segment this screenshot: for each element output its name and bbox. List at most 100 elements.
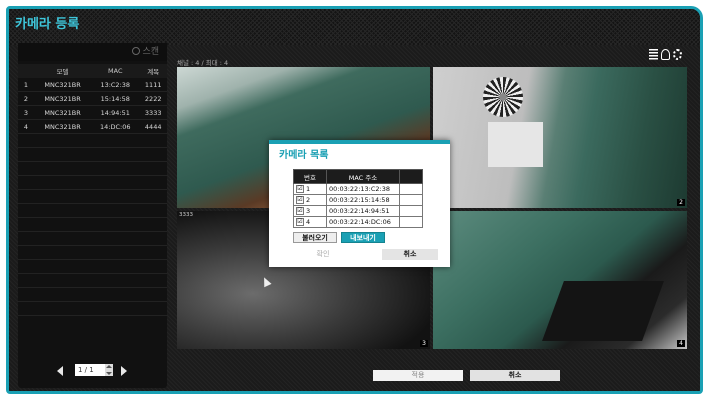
row-checkbox[interactable]: ☑ [296, 207, 304, 215]
pagination: 1 / 1 [18, 363, 167, 379]
table-row[interactable]: 1 MNC321BR 13:C2:38 1111 [18, 78, 167, 92]
cell-mac: 14:94:51 [91, 105, 140, 120]
table-row[interactable]: 4 MNC321BR 14:DC:06 4444 [18, 119, 167, 134]
empty-row [18, 301, 167, 316]
video-tile-4[interactable]: 4 [433, 211, 687, 349]
cell-model: MNC321BR [34, 119, 92, 134]
empty-row [18, 259, 167, 274]
cell-mac: 00:03:22:14:DC:06 [326, 216, 400, 228]
table-row[interactable]: 3 MNC321BR 14:94:51 3333 [18, 105, 167, 120]
tile-number: 3 [420, 340, 428, 347]
cell-number: ☑ 1 [293, 183, 327, 195]
tile-number: 4 [677, 340, 685, 347]
empty-row [18, 245, 167, 260]
channel-info: 채널 : 4 / 최대 : 4 [177, 59, 229, 67]
tile-channel-name: 3333 [179, 212, 193, 218]
cell-mac: 14:DC:06 [91, 119, 140, 134]
empty-row [18, 189, 167, 204]
row-checkbox[interactable]: ☑ [296, 196, 304, 204]
cell-index: 2 [18, 91, 34, 106]
row-checkbox[interactable]: ☑ [296, 218, 304, 226]
camera-table: 모델 MAC 계목 1 MNC321BR 13:C2:38 1111 2 MNC321B… [18, 64, 167, 316]
dialog-ok-button[interactable]: 확인 [295, 249, 351, 260]
test-chart-image [483, 77, 523, 117]
tile-number: 2 [677, 199, 685, 206]
row-number: 4 [306, 218, 311, 226]
empty-row [18, 147, 167, 162]
page-input[interactable]: 1 / 1 [75, 364, 105, 376]
cell-mac: 00:03:22:13:C2:38 [326, 183, 400, 195]
tile-channel-name: 2222 [435, 68, 449, 74]
cell-index: 1 [18, 78, 34, 92]
search-icon [132, 47, 141, 55]
mac-row[interactable]: ☑ 4 00:03:22:14:DC:06 [293, 216, 423, 228]
empty-row [18, 231, 167, 246]
mac-row[interactable]: ☑ 2 00:03:22:15:14:58 [293, 194, 423, 206]
list-icon[interactable] [649, 49, 658, 60]
empty-row [18, 161, 167, 176]
empty-row [18, 175, 167, 190]
empty-row [18, 133, 167, 148]
next-page-icon[interactable] [121, 366, 127, 376]
col-mac-address: MAC 주소 [326, 169, 400, 184]
empty-row [18, 217, 167, 232]
cell-extra [399, 216, 423, 228]
col-mac: MAC [91, 64, 140, 78]
cell-model: MNC321BR [34, 91, 92, 106]
cell-number: ☑ 4 [293, 216, 327, 228]
row-number: 2 [306, 196, 311, 204]
col-number: 번호 [293, 169, 327, 184]
app-title: 카메라 등록 [15, 17, 80, 32]
mac-header-row: 번호 MAC 주소 [293, 169, 423, 184]
dialog-title: 카메라 목록 [279, 150, 329, 161]
mac-row[interactable]: ☑ 1 00:03:22:13:C2:38 [293, 183, 423, 195]
cell-number: ☑ 3 [293, 205, 327, 217]
col-name: 계목 [139, 64, 167, 78]
camera-icon[interactable] [661, 49, 670, 60]
cell-index: 3 [18, 105, 34, 120]
apply-button[interactable]: 적용 [373, 370, 463, 381]
row-number: 3 [306, 207, 311, 215]
export-button[interactable]: 내보내기 [341, 232, 385, 243]
mac-row[interactable]: ☑ 3 00:03:22:14:94:51 [293, 205, 423, 217]
empty-row [18, 203, 167, 218]
empty-row [18, 273, 167, 288]
cell-extra [399, 205, 423, 217]
col-index [18, 64, 34, 78]
test-panel-image [488, 122, 543, 167]
cell-mac: 00:03:22:14:94:51 [326, 205, 400, 217]
title-bar: 카메라 등록 [9, 9, 700, 45]
col-extra [399, 169, 423, 184]
row-number: 1 [306, 185, 311, 193]
cancel-button[interactable]: 취소 [470, 370, 560, 381]
cell-name: 4444 [139, 119, 167, 134]
cell-name: 1111 [139, 78, 167, 92]
cell-name: 3333 [139, 105, 167, 120]
mac-table: 번호 MAC 주소 ☑ 1 00:03:22:13:C2:38 ☑ 2 00:03:22… [293, 169, 423, 228]
video-tile-2[interactable]: 2222 2 [433, 67, 687, 208]
scan-button[interactable]: 스캔 [132, 44, 159, 57]
prev-page-icon[interactable] [57, 366, 63, 376]
panel-header: 스캔 [18, 43, 167, 61]
page-spinner[interactable] [105, 364, 113, 376]
col-model: 모델 [34, 64, 92, 78]
cell-extra [399, 183, 423, 195]
row-checkbox[interactable]: ☑ [296, 185, 304, 193]
cell-extra [399, 194, 423, 206]
table-row[interactable]: 2 MNC321BR 15:14:58 2222 [18, 91, 167, 106]
camera-list-panel: 스캔 모델 MAC 계목 1 MNC321BR 13:C2:38 1111 2 MNC3… [18, 43, 167, 388]
gear-icon[interactable] [673, 49, 682, 60]
camera-list-dialog: 카메라 목록 번호 MAC 주소 ☑ 1 00:03:22:13:C2:38 ☑ 2 0… [269, 140, 450, 267]
scan-label: 스캔 [142, 47, 159, 57]
cell-mac: 00:03:22:15:14:58 [326, 194, 400, 206]
empty-row [18, 287, 167, 302]
cell-model: MNC321BR [34, 78, 92, 92]
toolbar-icons [649, 45, 685, 64]
cell-mac: 15:14:58 [91, 91, 140, 106]
cell-number: ☑ 2 [293, 194, 327, 206]
cell-model: MNC321BR [34, 105, 92, 120]
load-button[interactable]: 불러오기 [293, 232, 337, 243]
dialog-cancel-button[interactable]: 취소 [382, 249, 438, 260]
cell-index: 4 [18, 119, 34, 134]
cell-name: 2222 [139, 91, 167, 106]
